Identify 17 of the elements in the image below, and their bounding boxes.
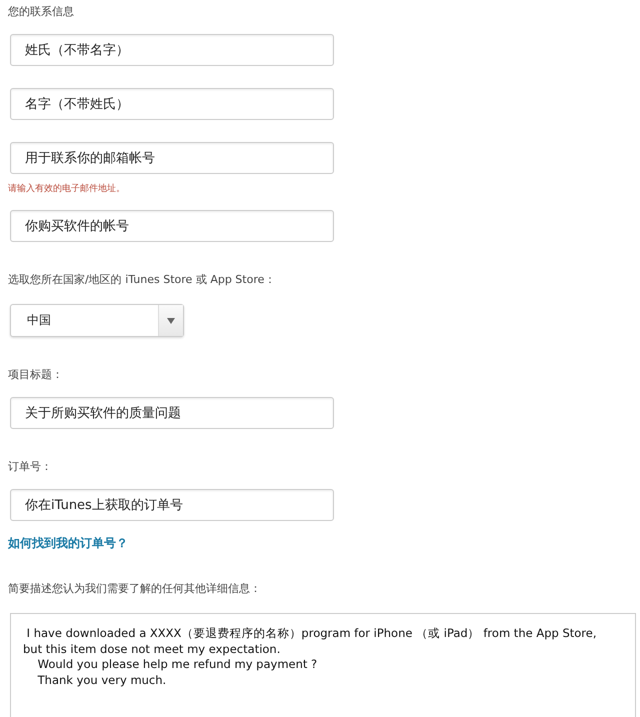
field-label: 选取您所在国家/地区的 iTunes Store 或 App Store：: [8, 272, 276, 288]
field-label: 您的联系信息: [8, 4, 74, 20]
dropdown-arrow-icon: [167, 318, 175, 324]
field-label: 订单号：: [8, 459, 52, 475]
input-field[interactable]: 名字（不带姓氏）: [10, 88, 334, 120]
country-dropdown[interactable]: 中国: [10, 304, 184, 337]
field-label: 项目标题：: [8, 367, 63, 383]
input-field[interactable]: 用于联系你的邮箱帐号: [10, 142, 334, 174]
description-field[interactable]: I have downloaded a XXXX（要退费程序的名称）program for iPhone （或 iPad） from the App Store, but this item dose not meet my expectation. Would you please help me refund my payment ? Thank you very much.: [10, 613, 636, 717]
order-number-link[interactable]: 如何找到我的订单号？: [8, 535, 128, 551]
input-field[interactable]: 关于所购买软件的质量问题: [10, 397, 334, 429]
field-label: 简要描述您认为我们需要了解的任何其他详细信息：: [8, 581, 261, 597]
input-field[interactable]: 姓氏（不带名字）: [10, 34, 334, 66]
input-field[interactable]: 你购买软件的帐号: [10, 210, 334, 242]
input-field[interactable]: 你在iTunes上获取的订单号: [10, 489, 334, 521]
error-message: 请输入有效的电子邮件地址。: [8, 182, 125, 196]
dropdown-value: 中国: [26, 312, 52, 329]
